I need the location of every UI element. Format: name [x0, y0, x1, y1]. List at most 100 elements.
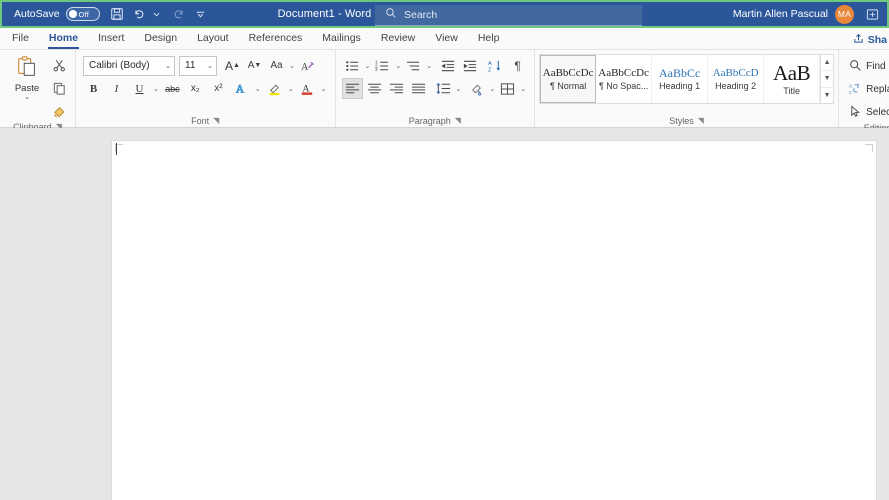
- italic-button[interactable]: I: [106, 78, 127, 99]
- paste-button[interactable]: Paste ⌄: [5, 53, 49, 101]
- font-group-label-row: Font ◥: [83, 114, 328, 127]
- format-painter-icon[interactable]: [49, 101, 70, 122]
- align-center-icon[interactable]: [364, 78, 385, 99]
- select-button[interactable]: Select ⌄: [845, 102, 889, 123]
- search-box[interactable]: Search: [375, 5, 642, 26]
- customize-quick-access-toolbar-icon[interactable]: [192, 3, 210, 25]
- find-button[interactable]: Find ⌄: [845, 56, 889, 77]
- styles-dialog-launcher-icon[interactable]: ◥: [698, 116, 704, 125]
- avatar[interactable]: MA: [835, 4, 854, 24]
- text-effects-chevron-down-icon[interactable]: ⌄: [254, 85, 262, 93]
- ribbon-group-font: Calibri (Body) ⌄ 11 ⌄ A ▲ A ▼ Aa ⌄ A B I…: [76, 50, 336, 127]
- style-item-normal[interactable]: AaBbCcDc ¶ Normal: [540, 55, 597, 103]
- styles-scroll-up-icon[interactable]: ▲: [821, 55, 834, 72]
- tab-view[interactable]: View: [425, 27, 468, 49]
- paste-dropdown-caret[interactable]: ⌄: [24, 94, 30, 101]
- borders-icon[interactable]: [497, 78, 518, 99]
- line-spacing-icon[interactable]: [433, 78, 454, 99]
- tab-mailings[interactable]: Mailings: [312, 27, 371, 49]
- line-spacing-chevron-down-icon[interactable]: ⌄: [455, 85, 463, 93]
- replace-button[interactable]: a c Replace: [845, 79, 889, 100]
- shading-chevron-down-icon[interactable]: ⌄: [488, 85, 496, 93]
- shading-icon[interactable]: [466, 78, 487, 99]
- autosave-label: AutoSave: [14, 8, 60, 20]
- tab-review[interactable]: Review: [371, 27, 425, 49]
- margin-marker-top-right: [865, 144, 873, 152]
- tab-home[interactable]: Home: [39, 27, 88, 49]
- bold-button[interactable]: B: [83, 78, 104, 99]
- style-item-title[interactable]: AaB Title: [764, 55, 821, 103]
- autosave-toggle-control[interactable]: AutoSave Off: [10, 3, 104, 25]
- increase-indent-icon[interactable]: [460, 55, 481, 76]
- save-icon[interactable]: [104, 3, 130, 25]
- autosave-switch[interactable]: Off: [65, 7, 100, 21]
- decrease-indent-icon[interactable]: [438, 55, 459, 76]
- redo-icon[interactable]: [166, 3, 192, 25]
- align-left-icon[interactable]: [341, 78, 363, 99]
- tab-layout[interactable]: Layout: [187, 27, 239, 49]
- undo-icon[interactable]: [130, 3, 148, 25]
- font-color-icon[interactable]: A: [297, 78, 318, 99]
- sort-icon[interactable]: A Z: [485, 55, 506, 76]
- ribbon-tab-strip: File Home Insert Design Layout Reference…: [0, 28, 889, 50]
- text-effects-icon[interactable]: A: [231, 78, 252, 99]
- tab-file[interactable]: File: [0, 27, 39, 49]
- text-highlight-color-icon[interactable]: [264, 78, 285, 99]
- font-size-combo[interactable]: 11 ⌄: [179, 55, 217, 76]
- underline-chevron-down-icon[interactable]: ⌄: [152, 85, 160, 93]
- style-item-heading-1[interactable]: AaBbCc Heading 1: [652, 55, 709, 103]
- ribbon-display-options-icon[interactable]: [861, 3, 883, 25]
- copy-icon[interactable]: [49, 78, 70, 99]
- cut-icon[interactable]: [49, 55, 70, 76]
- style-item-heading-2[interactable]: AaBbCcD Heading 2: [708, 55, 765, 103]
- justify-icon[interactable]: [408, 78, 429, 99]
- font-color-chevron-down-icon[interactable]: ⌄: [320, 85, 328, 93]
- style-name: Heading 2: [715, 80, 757, 91]
- font-name-combo[interactable]: Calibri (Body) ⌄: [83, 55, 175, 76]
- change-case-icon[interactable]: Aa: [266, 55, 287, 76]
- tab-references[interactable]: References: [239, 27, 313, 49]
- paragraph-dialog-launcher-icon[interactable]: ◥: [455, 116, 461, 125]
- styles-scrollbar[interactable]: ▲ ▼ ▼: [820, 55, 834, 103]
- multilevel-list-icon[interactable]: [403, 55, 424, 76]
- clear-formatting-icon[interactable]: A: [297, 55, 318, 76]
- numbering-chevron-down-icon[interactable]: ⌄: [394, 62, 402, 70]
- font-dialog-launcher-icon[interactable]: ◥: [213, 116, 219, 125]
- subscript-button[interactable]: x₂: [185, 78, 206, 99]
- replace-icon: a c: [849, 82, 862, 98]
- search-icon: [849, 59, 862, 75]
- style-item-no-spacing[interactable]: AaBbCcDc ¶ No Spac...: [596, 55, 653, 103]
- share-button[interactable]: Sha: [853, 33, 889, 47]
- document-page[interactable]: [111, 140, 877, 500]
- bullets-chevron-down-icon[interactable]: ⌄: [364, 62, 372, 70]
- undo-dropdown-icon[interactable]: [148, 3, 166, 25]
- tab-design[interactable]: Design: [134, 27, 187, 49]
- bullets-icon[interactable]: [342, 55, 363, 76]
- pilcrow-icon[interactable]: ¶: [507, 55, 528, 76]
- grow-font-icon[interactable]: A ▲: [222, 55, 243, 76]
- underline-button[interactable]: U: [129, 78, 150, 99]
- multilevel-chevron-down-icon[interactable]: ⌄: [425, 62, 433, 70]
- font-name-chevron-down-icon[interactable]: ⌄: [165, 62, 171, 70]
- styles-scroll-down-icon[interactable]: ▼: [821, 71, 834, 88]
- svg-text:A: A: [301, 62, 309, 73]
- highlight-chevron-down-icon[interactable]: ⌄: [287, 85, 295, 93]
- tab-help[interactable]: Help: [468, 27, 510, 49]
- replace-label: Replace: [866, 84, 889, 95]
- shrink-font-icon[interactable]: A ▼: [244, 55, 265, 76]
- shrink-font-glyph: A: [247, 60, 255, 71]
- change-case-chevron-down-icon[interactable]: ⌄: [288, 62, 296, 70]
- styles-more-icon[interactable]: ▼: [821, 88, 833, 103]
- quick-access-toolbar: AutoSave Off: [2, 2, 210, 26]
- borders-chevron-down-icon[interactable]: ⌄: [519, 85, 527, 93]
- user-account-area[interactable]: Martin Allen Pascual MA: [733, 2, 883, 26]
- numbering-icon[interactable]: 1 2 3: [372, 55, 393, 76]
- strikethrough-button[interactable]: abc: [162, 78, 183, 99]
- font-size-chevron-down-icon[interactable]: ⌄: [207, 62, 213, 70]
- superscript-button[interactable]: x²: [208, 78, 229, 99]
- tab-insert[interactable]: Insert: [88, 27, 134, 49]
- align-right-icon[interactable]: [386, 78, 407, 99]
- styles-gallery[interactable]: AaBbCcDc ¶ Normal AaBbCcDc ¶ No Spac... …: [539, 54, 835, 104]
- svg-text:Z: Z: [488, 67, 492, 72]
- document-canvas[interactable]: [0, 128, 889, 500]
